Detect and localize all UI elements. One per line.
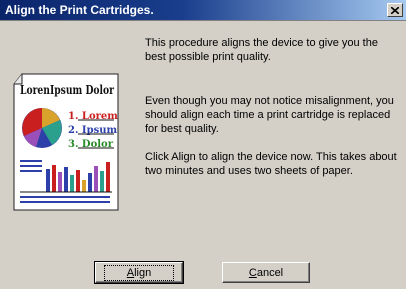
instruction-text: Click Align to align the device now. Thi…	[145, 151, 397, 177]
misalignment-text: Even though you may not notice misalignm…	[145, 95, 394, 135]
align-button-label: Align	[103, 264, 175, 281]
cancel-button[interactable]: Cancel	[222, 262, 310, 283]
close-button[interactable]	[387, 3, 403, 17]
window-title: Align the Print Cartridges.	[5, 3, 154, 17]
title-bar[interactable]: Align the Print Cartridges.	[0, 0, 406, 21]
cancel-button-label: Cancel	[248, 266, 284, 279]
illustration-heading: LorenIpsum Dolor	[20, 83, 115, 97]
pie-chart-icon	[22, 108, 62, 148]
dialog-window: Align the Print Cartridges. This procedu…	[0, 0, 406, 289]
text-lines	[20, 160, 42, 172]
print-page-illustration: LorenIpsum Dolor 1. Lorem 2. Ipsum 3. Do…	[13, 73, 119, 211]
close-icon	[391, 6, 399, 14]
align-button[interactable]: Align	[94, 261, 184, 284]
intro-text: This procedure aligns the device to give…	[145, 37, 378, 63]
